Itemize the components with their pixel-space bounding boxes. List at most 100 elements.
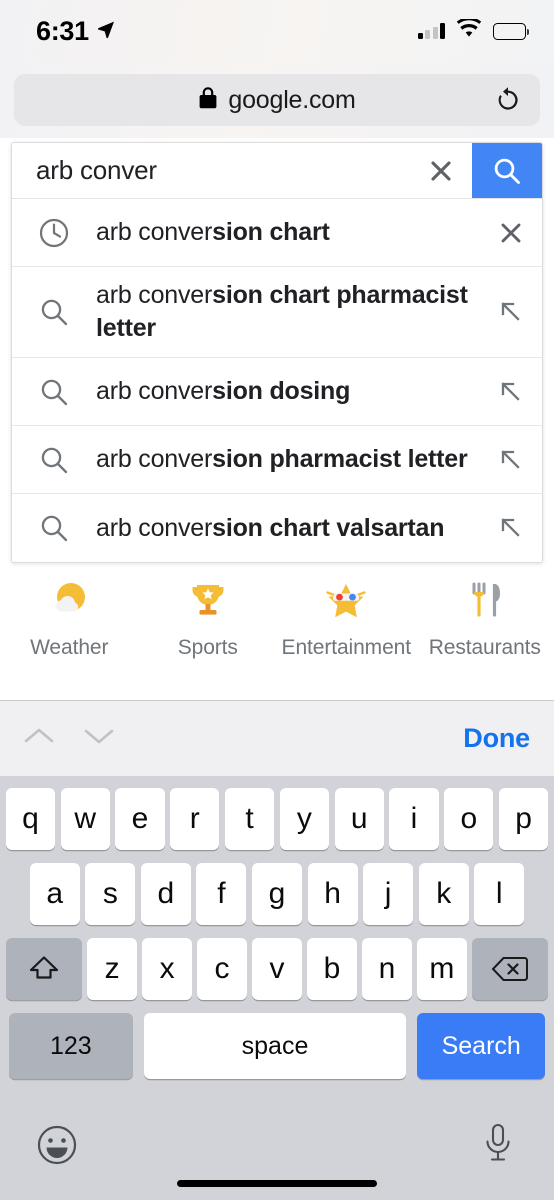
key-d[interactable]: d: [140, 863, 191, 925]
form-nav-buttons: [22, 724, 116, 753]
search-key[interactable]: Search: [417, 1013, 546, 1079]
lock-icon: [198, 86, 218, 115]
suggestion-row[interactable]: arb conversion dosing: [12, 358, 542, 426]
backspace-icon[interactable]: [472, 938, 549, 1000]
suggestion-prefix: arb conver: [96, 513, 213, 542]
key-k[interactable]: k: [418, 863, 469, 925]
clear-search-button[interactable]: [410, 143, 472, 198]
fork-knife-icon: [463, 578, 507, 622]
suggestion-text: arb conversion dosing: [96, 363, 480, 420]
key-o[interactable]: o: [444, 788, 494, 850]
key-v[interactable]: v: [252, 938, 302, 1000]
key-c[interactable]: c: [197, 938, 247, 1000]
key-m[interactable]: m: [417, 938, 467, 1000]
shift-icon[interactable]: [5, 938, 82, 1000]
cellular-signal-icon: [417, 23, 445, 39]
address-bar[interactable]: google.com: [14, 74, 540, 126]
key-u[interactable]: u: [334, 788, 384, 850]
suggestion-prefix: arb conver: [96, 281, 213, 309]
shortcut-label: Weather: [30, 636, 109, 659]
suggestion-text: arb conversion chart valsartan: [96, 500, 480, 557]
keyboard-row-1: q w e r t y u i o p: [0, 776, 554, 850]
suggestion-row[interactable]: arb conversion chart valsartan: [12, 494, 542, 562]
key-s[interactable]: s: [85, 863, 136, 925]
search-submit-button[interactable]: [472, 143, 542, 198]
suggestion-text: arb conversion pharmacist letter: [96, 431, 480, 488]
remove-suggestion-button[interactable]: [480, 219, 542, 247]
arrow-northwest-icon[interactable]: [480, 445, 542, 475]
shortcut-label: Sports: [177, 636, 238, 659]
search-suggestions-panel: arb conver arb conversion chart arb conv…: [11, 142, 543, 563]
key-h[interactable]: h: [307, 863, 358, 925]
search-icon: [12, 443, 96, 477]
key-j[interactable]: j: [363, 863, 414, 925]
suggestion-prefix: arb conver: [96, 218, 213, 246]
shortcut-label: Entertainment: [281, 636, 412, 659]
keyboard-bottom-bar: [0, 1108, 554, 1200]
key-a[interactable]: a: [29, 863, 80, 925]
chevron-up-icon[interactable]: [22, 724, 56, 753]
address-bar-content: google.com: [198, 85, 356, 115]
category-shortcuts: Weather Sports Entertainment Restaurants: [0, 578, 554, 660]
suggestion-prefix: arb conver: [96, 445, 213, 473]
suggestion-text: arb conversion chart pharmacist letter: [96, 267, 480, 357]
history-clock-icon: [12, 216, 96, 250]
status-bar-left: 6:31: [36, 16, 116, 47]
emoji-smiley-icon[interactable]: [36, 1124, 78, 1171]
star-3d-glasses-icon: [323, 578, 369, 622]
key-b[interactable]: b: [307, 938, 357, 1000]
search-input-row: arb conver: [12, 143, 542, 199]
reload-icon[interactable]: [494, 86, 522, 114]
shortcut-restaurants[interactable]: Restaurants: [416, 578, 554, 660]
keyboard-done-button[interactable]: Done: [463, 723, 530, 754]
arrow-northwest-icon[interactable]: [480, 513, 542, 543]
suggestion-row[interactable]: arb conversion chart pharmacist letter: [12, 267, 542, 358]
arrow-northwest-icon[interactable]: [480, 377, 542, 407]
wifi-icon: [456, 17, 482, 43]
url-text: google.com: [228, 85, 356, 114]
status-bar-clock: 6:31: [36, 15, 89, 46]
numbers-key[interactable]: 123: [8, 1013, 133, 1079]
key-e[interactable]: e: [115, 788, 165, 850]
key-i[interactable]: i: [389, 788, 439, 850]
suggestion-text: arb conversion chart: [96, 204, 480, 261]
key-p[interactable]: p: [498, 788, 549, 850]
microphone-icon[interactable]: [482, 1122, 514, 1171]
battery-icon: [493, 22, 530, 40]
key-x[interactable]: x: [142, 938, 192, 1000]
key-r[interactable]: r: [170, 788, 220, 850]
key-y[interactable]: y: [279, 788, 329, 850]
suggestion-row[interactable]: arb conversion chart: [12, 199, 542, 267]
key-q[interactable]: q: [5, 788, 56, 850]
space-key[interactable]: space: [143, 1013, 407, 1079]
arrow-northwest-icon[interactable]: [480, 297, 542, 327]
shortcut-sports[interactable]: Sports: [139, 578, 278, 660]
shortcut-label: Restaurants: [428, 636, 541, 659]
chevron-down-icon[interactable]: [82, 724, 116, 753]
keyboard-row-3: z x c v b n m: [0, 925, 554, 1000]
key-w[interactable]: w: [60, 788, 110, 850]
suggestion-row[interactable]: arb conversion pharmacist letter: [12, 426, 542, 494]
status-bar-right: [417, 17, 530, 43]
suggestion-bold: sion chart valsartan: [212, 513, 445, 542]
search-icon: [12, 295, 96, 329]
search-icon: [12, 375, 96, 409]
location-arrow-icon: [96, 19, 116, 44]
key-t[interactable]: t: [225, 788, 275, 850]
home-indicator-bar: [177, 1180, 377, 1187]
search-input[interactable]: arb conver: [12, 143, 410, 198]
key-z[interactable]: z: [87, 938, 137, 1000]
keyboard-row-2: a s d f g h j k l: [0, 850, 554, 925]
shortcut-weather[interactable]: Weather: [0, 578, 139, 660]
key-f[interactable]: f: [196, 863, 247, 925]
phone-screen: 6:31 google.com arb conver arb conversio…: [0, 0, 554, 1200]
keyboard-accessory-bar: Done: [0, 700, 554, 776]
key-l[interactable]: l: [474, 863, 525, 925]
weather-sun-cloud-icon: [47, 578, 91, 622]
status-bar: 6:31: [0, 0, 554, 62]
suggestion-prefix: arb conver: [96, 377, 213, 405]
key-g[interactable]: g: [252, 863, 302, 925]
shortcut-entertainment[interactable]: Entertainment: [277, 578, 416, 660]
key-n[interactable]: n: [362, 938, 412, 1000]
trophy-icon: [186, 578, 230, 622]
